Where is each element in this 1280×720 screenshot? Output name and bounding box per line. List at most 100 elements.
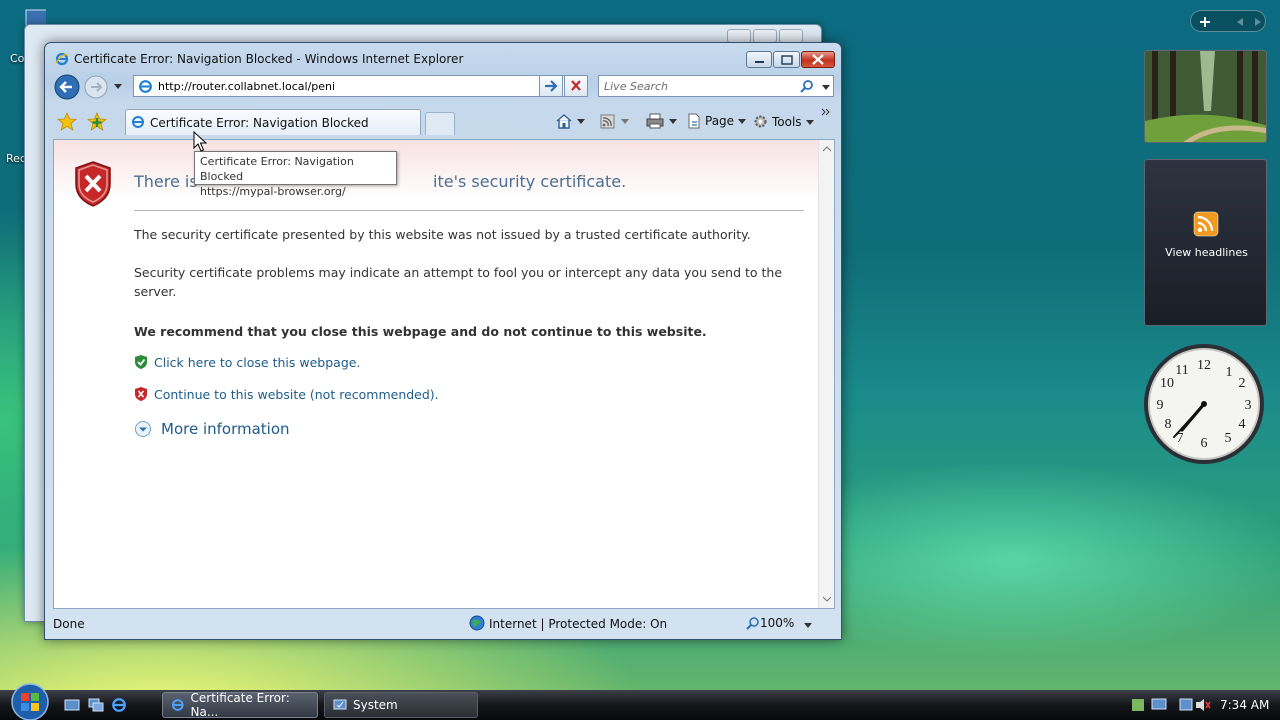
tooltip-line-1: Certificate Error: Navigation Blocked [200,155,354,183]
sidebar-controls[interactable] [1190,10,1266,32]
ie-quicklaunch-icon[interactable] [111,697,127,713]
stop-x-icon [571,80,581,91]
system-tray-icons[interactable] [1130,696,1212,714]
home-dropdown-icon[interactable] [576,116,586,126]
mouse-cursor-icon [193,131,207,152]
address-bar[interactable]: http://router.collabnet.local/peni [133,75,565,97]
page-icon [688,113,700,129]
search-options-dropdown-icon[interactable] [821,82,831,92]
search-icon[interactable] [799,79,815,95]
recent-pages-dropdown-icon[interactable] [113,81,123,91]
printer-icon [646,113,664,129]
page-ie-icon [139,80,152,93]
svg-text:12: 12 [1197,358,1211,373]
feeds-icon [600,114,615,129]
title-bar[interactable]: Certificate Error: Navigation Blocked - … [45,43,841,73]
feed-headlines-gadget[interactable]: View headlines [1144,159,1267,326]
stop-button[interactable] [564,75,588,97]
feeds-dropdown-icon[interactable] [620,116,630,126]
page-menu-button[interactable]: Page [686,113,747,129]
svg-text:9: 9 [1157,398,1164,413]
view-headlines-label[interactable]: View headlines [1145,246,1268,259]
zoom-dropdown-icon[interactable] [803,620,813,630]
forward-button-icon[interactable] [84,75,108,99]
tab-ie-icon [132,116,144,128]
svg-text:11: 11 [1175,363,1188,378]
internet-globe-icon [469,615,485,631]
home-button[interactable] [555,113,586,129]
favorites-star-icon[interactable] [57,112,77,132]
status-text: Done [53,617,85,631]
continue-website-link[interactable]: Continue to this website (not recommende… [134,386,439,402]
desktop-label-recycle: Rec [6,152,26,165]
home-icon [556,114,572,129]
add-favorites-icon[interactable] [87,112,107,132]
taskbar-ie-icon [171,699,184,711]
feeds-button[interactable] [599,113,630,129]
security-zone[interactable]: Internet | Protected Mode: On [489,617,667,631]
chevron-more-icon[interactable] [821,107,831,117]
svg-text:5: 5 [1225,431,1232,446]
tools-menu-label: Tools [772,114,802,129]
link-tooltip: Certificate Error: Navigation Blocked ht… [194,151,397,198]
go-button[interactable] [539,75,563,97]
status-bar: Done Internet | Protected Mode: On 100% [45,611,841,637]
print-button[interactable] [645,113,678,129]
more-information-toggle[interactable]: More information [134,420,290,438]
zoom-magnifier-icon [746,617,759,630]
go-arrow-icon [545,80,558,92]
svg-text:1: 1 [1226,365,1233,380]
switch-windows-icon[interactable] [88,697,104,713]
tooltip-line-2: https://mypal-browser.org/ [200,185,346,198]
scroll-up-icon[interactable] [823,146,831,152]
search-placeholder: Live Search [604,80,668,93]
taskbar-clock[interactable]: 7:34 AM [1220,698,1269,712]
maximize-button[interactable] [773,51,800,68]
svg-text:10: 10 [1160,376,1174,391]
warning-message: Security certificate problems may indica… [134,265,783,299]
forest-photo [1145,51,1266,142]
system-icon [333,699,347,710]
taskbar-item-ie[interactable]: Certificate Error: Na... [162,691,318,719]
green-shield-icon [135,355,147,369]
close-webpage-label: Click here to close this webpage. [154,354,361,370]
svg-text:8: 8 [1165,417,1172,432]
tools-menu-dropdown-icon [805,119,814,125]
ie-window: Certificate Error: Navigation Blocked - … [44,42,842,640]
start-button-icon[interactable] [8,682,52,720]
gear-icon [754,115,767,128]
certificate-message: The security certificate presented by th… [134,227,751,242]
taskbar-system-label: System [353,698,398,712]
chevron-down-circle-icon [135,421,151,437]
back-button-icon[interactable] [54,74,80,100]
search-box[interactable]: Live Search [598,75,834,97]
show-desktop-icon[interactable] [64,697,80,713]
desktop-label-computer: Co [10,52,25,65]
sidebar-add-gadget-icon [1200,17,1261,27]
close-webpage-link[interactable]: Click here to close this webpage. [134,354,360,370]
new-tab-button[interactable] [425,112,455,135]
tab-title: Certificate Error: Navigation Blocked [150,116,369,130]
continue-website-label: Continue to this website (not recommende… [154,386,439,402]
svg-text:6: 6 [1201,436,1208,451]
address-input[interactable]: http://router.collabnet.local/peni [158,80,335,93]
svg-text:2: 2 [1239,376,1246,391]
red-shield-icon [135,387,147,401]
slideshow-gadget[interactable] [1144,50,1267,143]
tools-menu-button[interactable]: Tools [752,113,815,130]
scroll-down-icon[interactable] [823,596,831,602]
minimize-button[interactable] [746,51,772,68]
clock-gadget[interactable]: 12 12 345 678 91011 [1142,342,1268,468]
print-dropdown-icon[interactable] [668,116,678,126]
error-shield-icon [75,161,111,207]
vertical-scrollbar[interactable] [818,140,834,608]
svg-text:3: 3 [1245,398,1252,413]
taskbar-item-system[interactable]: System [324,692,478,718]
zoom-level[interactable]: 100% [760,616,794,630]
divider [134,210,804,211]
tab-certificate-error[interactable]: Certificate Error: Navigation Blocked [125,109,421,135]
more-information-label: More information [161,420,290,438]
close-window-button[interactable] [801,51,835,68]
ie-logo-icon [55,52,69,66]
taskbar: Certificate Error: Na... System 7:34 AM [0,683,1280,720]
